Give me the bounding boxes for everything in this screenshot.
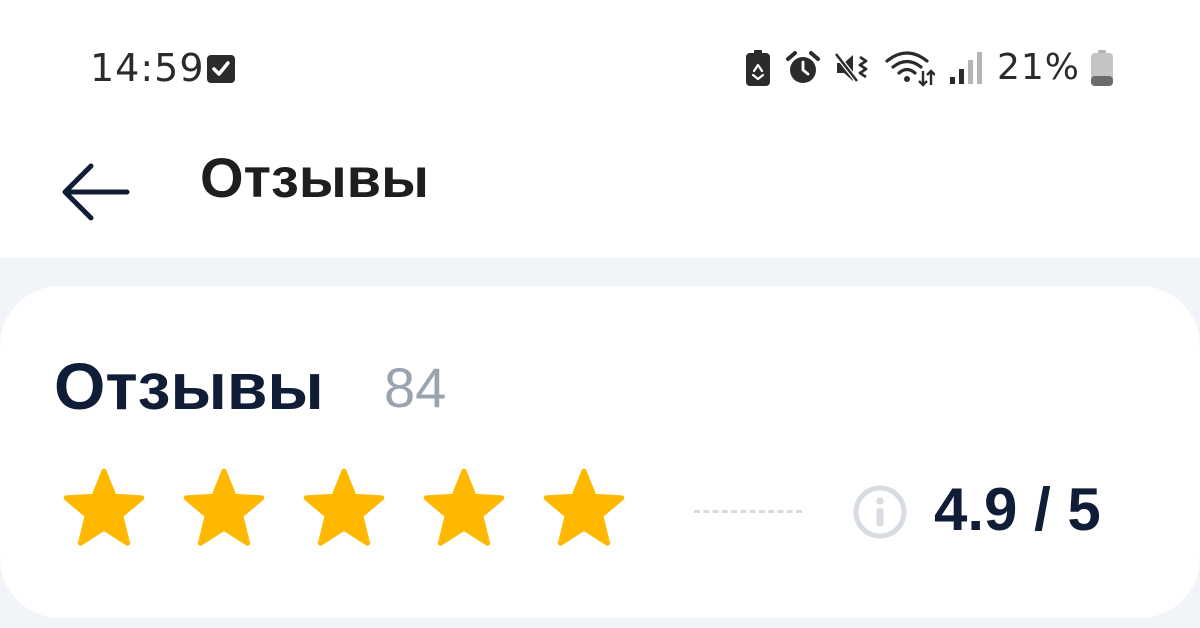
rating-value: 4.9 / 5 — [934, 476, 1101, 543]
signal-icon — [949, 52, 982, 84]
info-circle-icon[interactable] — [852, 484, 908, 540]
wifi-icon — [885, 51, 935, 87]
battery-icon — [1091, 50, 1113, 86]
battery-percent: 21% — [996, 47, 1080, 88]
status-bar: 14:59 21% — [0, 0, 1200, 130]
mute-icon — [834, 52, 868, 83]
arrow-left-icon — [62, 163, 130, 221]
page-title: Отзывы — [200, 146, 429, 209]
reviews-card[interactable]: Отзывы 84 4.9 / 5 — [0, 286, 1200, 618]
star-icon — [543, 468, 625, 546]
star-icon — [303, 468, 385, 546]
reviews-title: Отзывы — [54, 349, 324, 423]
checkbox-notification-icon — [207, 55, 235, 83]
star-icon — [183, 468, 265, 546]
star-icon — [423, 468, 505, 546]
alarm-icon — [785, 51, 820, 83]
reviews-count: 84 — [384, 356, 447, 419]
status-time: 14:59 — [90, 46, 205, 90]
back-button[interactable] — [52, 144, 138, 240]
battery-saver-icon — [745, 50, 770, 86]
rating-stars — [62, 466, 626, 550]
status-icons: 21% — [745, 44, 1114, 92]
dashed-divider — [694, 510, 802, 513]
app-header: Отзывы — [0, 130, 1200, 258]
star-icon — [63, 468, 145, 546]
